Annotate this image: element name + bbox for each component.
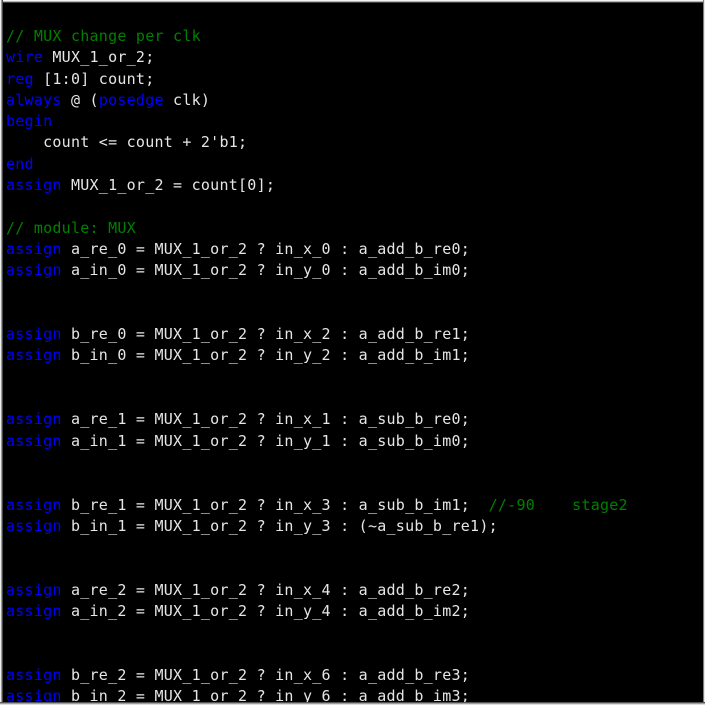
code-line: assign b_re_2 = MUX_1_or_2 ? in_x_6 : a_… (6, 665, 705, 686)
code-text: @ ( (61, 90, 99, 109)
code-text: a_in_1 = MUX_1_or_2 ? in_y_1 : a_sub_b_i… (61, 431, 471, 450)
code-line: assign a_re_0 = MUX_1_or_2 ? in_x_0 : a_… (6, 239, 705, 260)
code-keyword: wire (6, 48, 44, 67)
code-line: // MUX change per clk (6, 26, 705, 47)
code-keyword: assign (6, 580, 62, 599)
code-line: assign b_in_1 = MUX_1_or_2 ? in_y_3 : (~… (6, 516, 705, 537)
code-text: b_re_2 = MUX_1_or_2 ? in_x_6 : a_add_b_r… (61, 665, 471, 684)
code-line: wire MUX_1_or_2; (6, 47, 705, 68)
window-border-left (0, 0, 3, 705)
code-keyword: assign (6, 495, 62, 514)
code-line: end (6, 154, 705, 175)
code-text: count <= count + 2'b1; (6, 133, 248, 152)
code-keyword: end (6, 154, 34, 173)
code-keyword: assign (6, 665, 62, 684)
code-text: MUX_1_or_2; (43, 48, 155, 67)
code-text: [1:0] count; (33, 69, 155, 88)
code-keyword: always (6, 90, 62, 109)
code-keyword: assign (6, 602, 62, 621)
code-line: assign a_in_0 = MUX_1_or_2 ? in_y_0 : a_… (6, 260, 705, 281)
code-comment: //-90 stage2 (488, 495, 628, 514)
code-line: assign b_in_0 = MUX_1_or_2 ? in_y_2 : a_… (6, 345, 705, 366)
code-keyword: assign (6, 516, 62, 535)
code-text: a_re_0 = MUX_1_or_2 ? in_x_0 : a_add_b_r… (61, 239, 471, 258)
code-line: assign a_re_2 = MUX_1_or_2 ? in_x_4 : a_… (6, 580, 705, 601)
code-line: reg [1:0] count; (6, 69, 705, 90)
code-keyword: assign (6, 325, 62, 344)
code-line: // module: MUX (6, 218, 705, 239)
code-line: count <= count + 2'b1; (6, 132, 705, 153)
code-line: begin (6, 111, 705, 132)
code-keyword: assign (6, 239, 62, 258)
window-border-top (0, 0, 705, 3)
code-window: // MUX change per clk wire MUX_1_or_2; reg… (0, 0, 705, 705)
code-line: assign a_in_2 = MUX_1_or_2 ? in_y_4 : a_… (6, 601, 705, 622)
code-line: always @ (posedge clk) (6, 90, 705, 111)
code-text: b_re_0 = MUX_1_or_2 ? in_x_2 : a_add_b_r… (61, 325, 471, 344)
code-text: a_in_2 = MUX_1_or_2 ? in_y_4 : a_add_b_i… (61, 602, 471, 621)
code-keyword: assign (6, 261, 62, 280)
code-text: b_re_1 = MUX_1_or_2 ? in_x_3 : a_sub_b_i… (61, 495, 489, 514)
code-text: b_in_0 = MUX_1_or_2 ? in_y_2 : a_add_b_i… (61, 346, 471, 365)
code-text: b_in_1 = MUX_1_or_2 ? in_y_3 : (~a_sub_b… (61, 516, 498, 535)
code-text: a_re_1 = MUX_1_or_2 ? in_x_1 : a_sub_b_r… (61, 410, 471, 429)
code-text: a_in_0 = MUX_1_or_2 ? in_y_0 : a_add_b_i… (61, 261, 471, 280)
code-keyword: assign (6, 346, 62, 365)
code-editor-content[interactable]: // MUX change per clk wire MUX_1_or_2; reg… (0, 15, 705, 705)
code-keyword: posedge (98, 90, 164, 109)
code-line: assign b_re_1 = MUX_1_or_2 ? in_x_3 : a_… (6, 495, 705, 516)
code-line: assign MUX_1_or_2 = count[0]; (6, 175, 705, 196)
code-text: clk) (163, 90, 211, 109)
code-line: assign b_re_0 = MUX_1_or_2 ? in_x_2 : a_… (6, 324, 705, 345)
code-line: assign a_in_1 = MUX_1_or_2 ? in_y_1 : a_… (6, 431, 705, 452)
code-keyword: assign (6, 410, 62, 429)
code-comment: // module: MUX (6, 218, 136, 237)
code-line: assign a_re_1 = MUX_1_or_2 ? in_x_1 : a_… (6, 409, 705, 430)
code-text: MUX_1_or_2 = count[0]; (61, 176, 276, 195)
code-comment: // MUX change per clk (6, 27, 201, 45)
code-text: a_re_2 = MUX_1_or_2 ? in_x_4 : a_add_b_r… (61, 580, 471, 599)
code-keyword: assign (6, 431, 62, 450)
code-keyword: assign (6, 176, 62, 195)
code-keyword: reg (6, 69, 34, 88)
code-keyword: begin (6, 112, 53, 131)
